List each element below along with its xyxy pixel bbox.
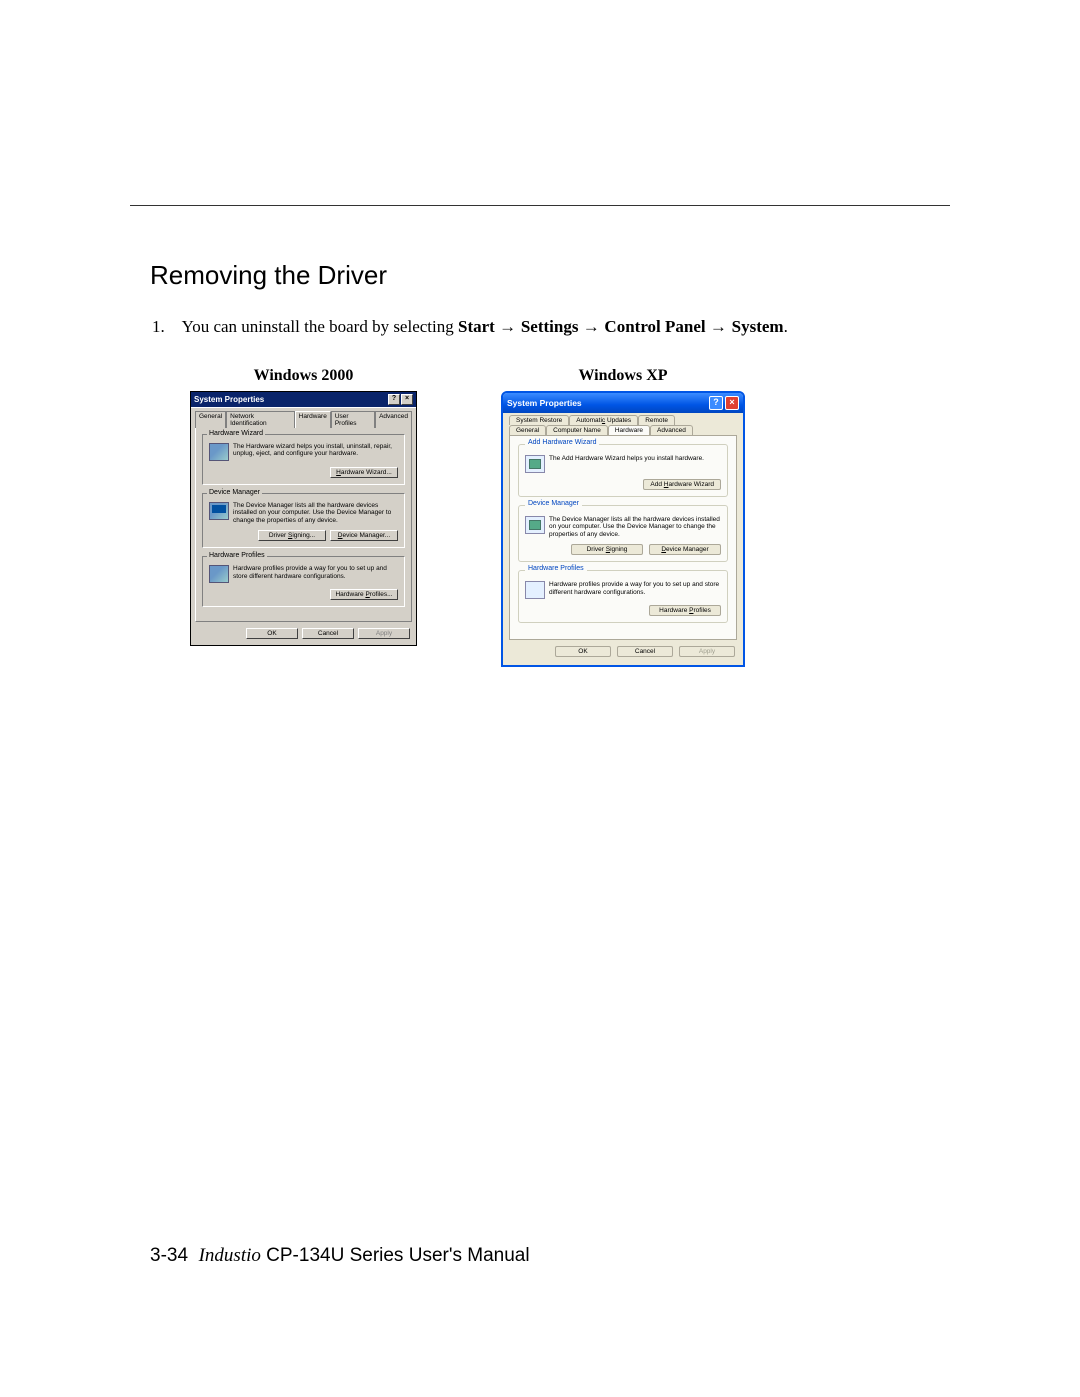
footer-series: CP-134U Series — [266, 1245, 403, 1266]
group-text: Hardware profiles provide a way for you … — [549, 581, 721, 596]
group-text: Hardware profiles provide a way for you … — [233, 565, 398, 580]
w2k-titlebar: System Properties ? × — [191, 392, 416, 407]
step-suffix: . — [784, 317, 788, 336]
add-hardware-icon — [525, 455, 545, 473]
group-text: The Device Manager lists all the hardwar… — [549, 516, 721, 538]
tab-network-identification[interactable]: Network Identification — [226, 411, 295, 428]
device-manager-button[interactable]: Device Manager... — [330, 530, 398, 541]
step-prefix: You can uninstall the board by selecting — [182, 317, 458, 336]
wxp-tab-body: Add Hardware Wizard The Add Hardware Wiz… — [509, 435, 737, 640]
w2k-tab-body: Hardware Wizard The Hardware wizard help… — [195, 427, 412, 622]
group-text: The Device Manager lists all the hardwar… — [233, 502, 398, 524]
group-legend: Hardware Profiles — [207, 552, 267, 559]
w2k-hardware-wizard-group: Hardware Wizard The Hardware wizard help… — [202, 434, 405, 485]
group-legend: Hardware Wizard — [207, 430, 265, 437]
tab-advanced[interactable]: Advanced — [650, 425, 693, 435]
arrow-icon: → — [710, 317, 732, 336]
hardware-profiles-icon — [209, 565, 229, 583]
page-content: Removing the Driver 1. You can uninstall… — [150, 260, 930, 667]
tab-automatic-updates[interactable]: Automatic Updates — [569, 415, 638, 425]
group-legend: Device Manager — [525, 500, 582, 507]
tab-hardware[interactable]: Hardware — [608, 425, 650, 435]
w2k-title-text: System Properties — [194, 395, 264, 404]
close-icon[interactable]: × — [401, 394, 413, 405]
wxp-titlebar: System Properties ? × — [503, 393, 743, 413]
footer-tail: User's Manual — [409, 1245, 530, 1266]
cancel-button[interactable]: Cancel — [302, 628, 354, 639]
hardware-profiles-button[interactable]: Hardware Profiles... — [330, 589, 398, 600]
add-hardware-wizard-button[interactable]: Add Hardware Wizard — [643, 479, 721, 490]
wxp-column: Windows XP System Properties ? × System … — [501, 367, 745, 667]
close-icon[interactable]: × — [725, 396, 739, 410]
device-manager-button[interactable]: Device Manager — [649, 544, 721, 555]
tab-general[interactable]: General — [509, 425, 546, 435]
w2k-tabs: General Network Identification Hardware … — [191, 407, 416, 427]
w2k-column: Windows 2000 System Properties ? × Gener… — [190, 367, 417, 667]
tab-computer-name[interactable]: Computer Name — [546, 425, 608, 435]
wxp-dialog-buttons: OK Cancel Apply — [503, 646, 743, 665]
path-control-panel: Control Panel — [604, 317, 705, 336]
path-system: System — [732, 317, 784, 336]
wxp-device-manager-group: Device Manager The Device Manager lists … — [518, 505, 728, 562]
step-1: 1. You can uninstall the board by select… — [178, 315, 930, 339]
group-text: The Hardware wizard helps you install, u… — [233, 443, 398, 458]
wxp-tabs: System Restore Automatic Updates Remote … — [503, 413, 743, 435]
w2k-hardware-profiles-group: Hardware Profiles Hardware profiles prov… — [202, 556, 405, 607]
tab-system-restore[interactable]: System Restore — [509, 415, 569, 425]
tab-user-profiles[interactable]: User Profiles — [331, 411, 375, 428]
ok-button[interactable]: OK — [555, 646, 611, 657]
wxp-system-properties-dialog: System Properties ? × System Restore Aut… — [501, 391, 745, 667]
wxp-add-hardware-group: Add Hardware Wizard The Add Hardware Wiz… — [518, 444, 728, 497]
wxp-title-text: System Properties — [507, 398, 582, 408]
w2k-system-properties-dialog: System Properties ? × General Network Id… — [190, 391, 417, 646]
device-manager-icon — [525, 516, 545, 534]
help-icon[interactable]: ? — [388, 394, 400, 405]
wxp-caption: Windows XP — [578, 367, 667, 385]
page-number: 3-34 — [150, 1245, 188, 1266]
section-heading: Removing the Driver — [150, 260, 930, 291]
w2k-device-manager-group: Device Manager The Device Manager lists … — [202, 493, 405, 548]
group-text: The Add Hardware Wizard helps you instal… — [549, 455, 704, 462]
wxp-hardware-profiles-group: Hardware Profiles Hardware profiles prov… — [518, 570, 728, 623]
path-start: Start — [458, 317, 495, 336]
help-icon[interactable]: ? — [709, 396, 723, 410]
hardware-profiles-icon — [525, 581, 545, 599]
footer-brand: Industio — [199, 1245, 261, 1266]
tab-advanced[interactable]: Advanced — [375, 411, 412, 428]
w2k-dialog-buttons: OK Cancel Apply — [191, 626, 416, 645]
ok-button[interactable]: OK — [246, 628, 298, 639]
path-settings: Settings — [521, 317, 579, 336]
step-number: 1. — [152, 315, 178, 339]
arrow-icon: → — [583, 317, 605, 336]
driver-signing-button[interactable]: Driver Signing — [571, 544, 643, 555]
header-rule — [130, 205, 950, 206]
hardware-wizard-icon — [209, 443, 229, 461]
apply-button[interactable]: Apply — [358, 628, 410, 639]
tab-hardware[interactable]: Hardware — [295, 411, 331, 428]
apply-button[interactable]: Apply — [679, 646, 735, 657]
cancel-button[interactable]: Cancel — [617, 646, 673, 657]
group-legend: Add Hardware Wizard — [525, 439, 599, 446]
page-footer: 3-34 Industio CP-134U Series User's Manu… — [150, 1245, 530, 1267]
hardware-wizard-button[interactable]: Hardware Wizard... — [330, 467, 398, 478]
driver-signing-button[interactable]: Driver Signing... — [258, 530, 326, 541]
screenshots-row: Windows 2000 System Properties ? × Gener… — [190, 367, 930, 667]
tab-general[interactable]: General — [195, 411, 226, 428]
w2k-caption: Windows 2000 — [254, 367, 354, 385]
hardware-profiles-button[interactable]: Hardware Profiles — [649, 605, 721, 616]
arrow-icon: → — [499, 317, 521, 336]
group-legend: Hardware Profiles — [525, 565, 587, 572]
device-manager-icon — [209, 502, 229, 520]
group-legend: Device Manager — [207, 489, 262, 496]
tab-remote[interactable]: Remote — [638, 415, 675, 425]
